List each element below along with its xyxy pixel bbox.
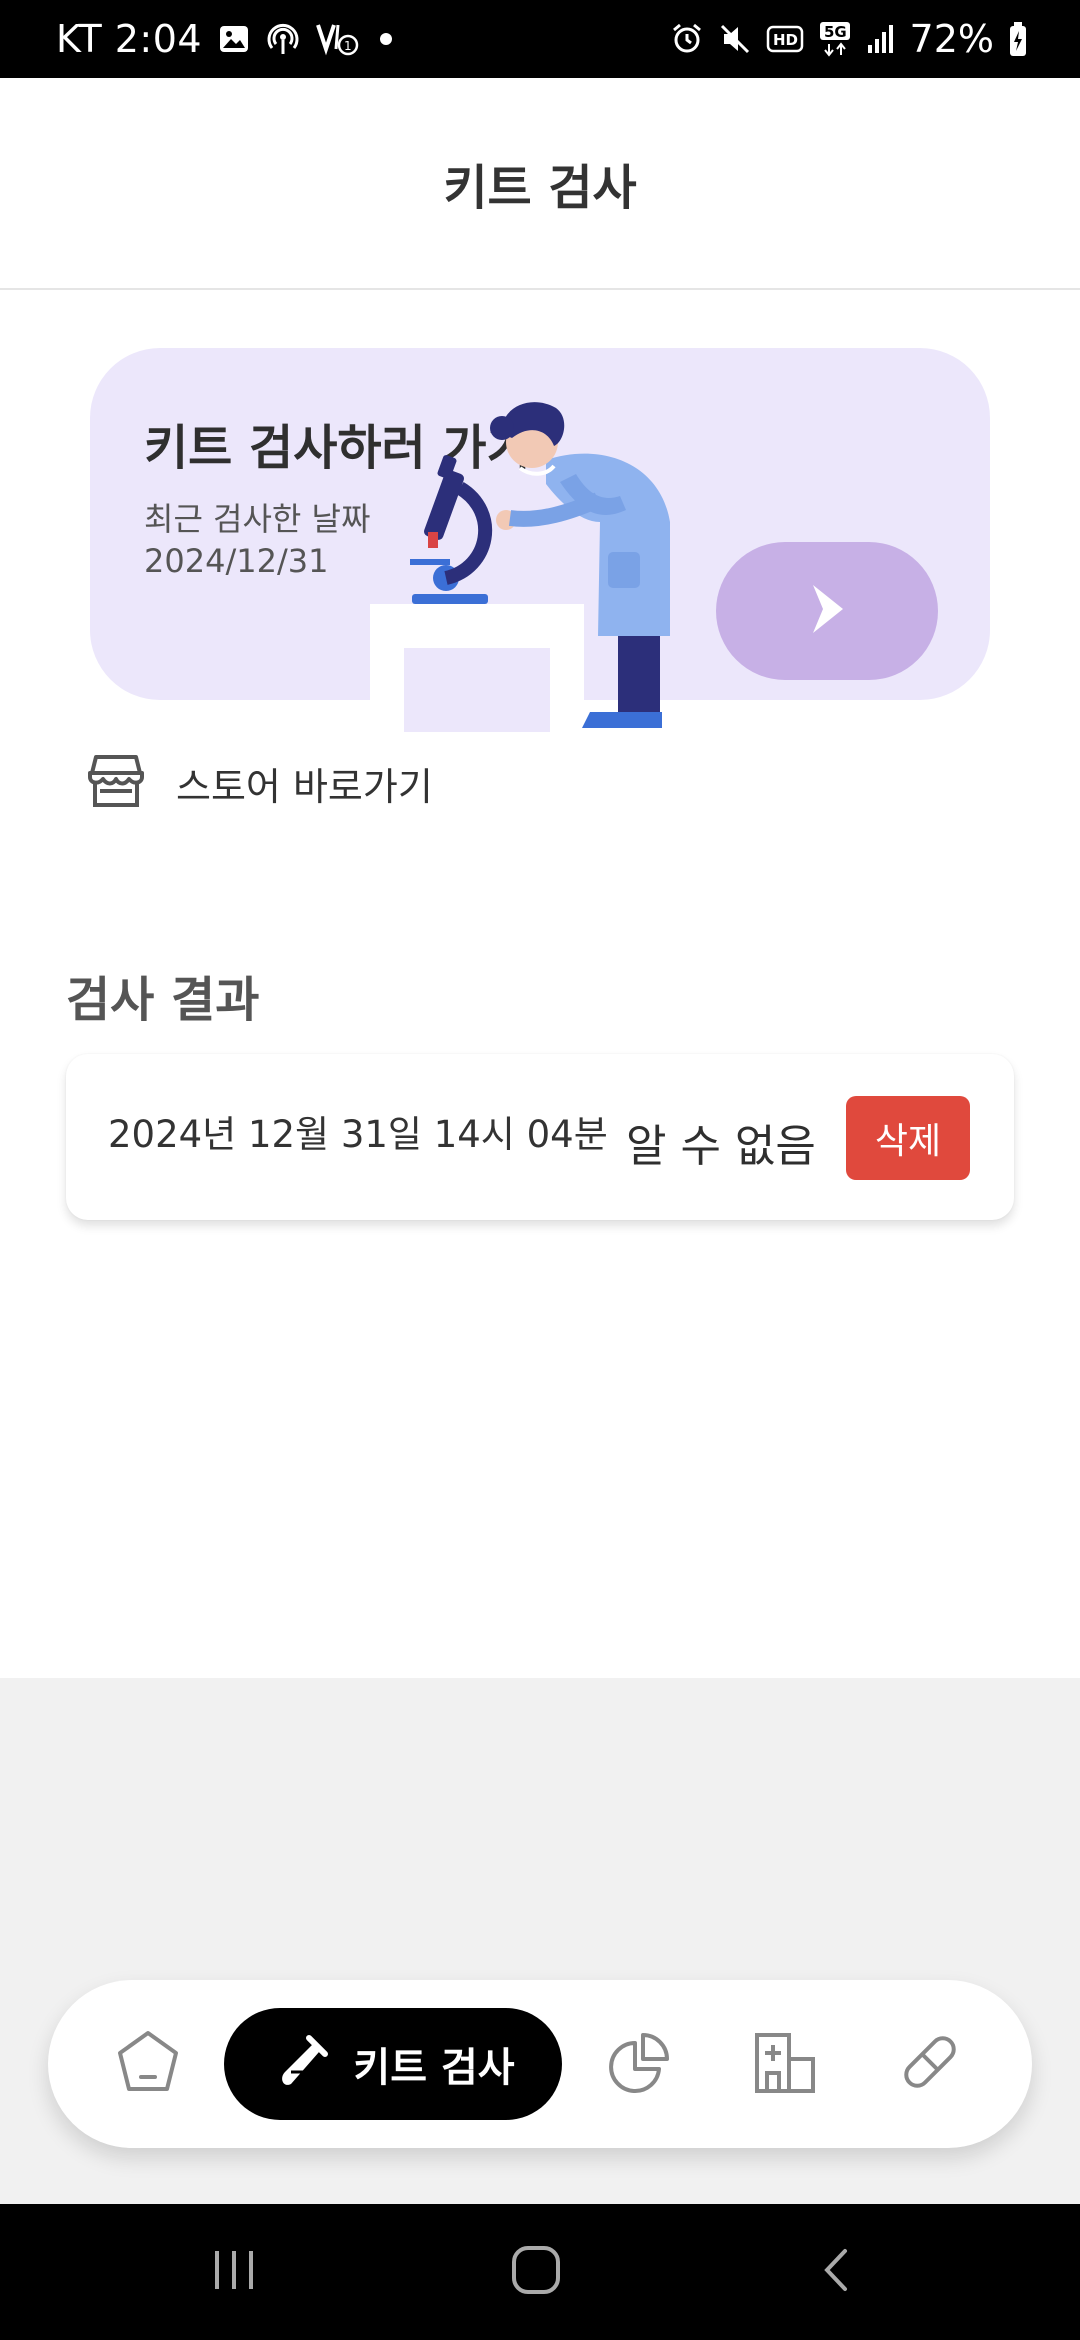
5g-icon: 5G <box>818 20 852 58</box>
nav-kit-test-label: 키트 검사 <box>353 2045 515 2091</box>
back-button[interactable] <box>778 2234 898 2310</box>
pentagon-home-icon <box>113 2027 183 2101</box>
hotspot-icon <box>266 22 300 56</box>
hd-icon: HD <box>766 24 804 54</box>
result-status: 알 수 없음 <box>626 1121 816 1172</box>
status-right: HD 5G 72% <box>670 0 1028 78</box>
go-kit-test-button[interactable] <box>716 542 938 680</box>
pill-icon <box>895 2027 965 2101</box>
nav-kit-test[interactable]: 키트 검사 <box>224 2008 562 2120</box>
store-link-label: 스토어 바로가기 <box>176 764 433 809</box>
system-navigation-bar <box>0 2204 1080 2340</box>
recents-icon <box>209 2245 259 2299</box>
mute-icon <box>718 22 752 56</box>
signal-icon <box>866 23 896 55</box>
test-tube-icon <box>271 2032 331 2096</box>
page-title: 키트 검사 <box>443 160 637 216</box>
alarm-icon <box>670 22 704 56</box>
store-icon <box>86 753 146 813</box>
kit-test-card[interactable]: 키트 검사하러 가기 최근 검사한 날짜 2024/12/31 <box>90 348 990 732</box>
nav-medication[interactable] <box>880 2008 980 2120</box>
image-icon <box>218 23 250 55</box>
volte-icon: 1 <box>316 21 362 57</box>
pie-chart-icon <box>603 2027 673 2101</box>
nav-home[interactable] <box>98 2008 198 2120</box>
svg-text:5G: 5G <box>824 23 847 41</box>
nav-hospital[interactable] <box>734 2008 834 2120</box>
recent-test-label: 최근 검사한 날짜 <box>144 500 371 538</box>
scientist-microscope-illustration <box>370 402 670 732</box>
home-button[interactable] <box>476 2234 596 2310</box>
chevron-right-icon <box>805 581 849 641</box>
carrier-time: KT 2:04 <box>56 17 203 61</box>
delete-result-button[interactable]: 삭제 <box>846 1096 970 1180</box>
result-list-item: 2024년 12월 31일 14시 04분 알 수 없음 삭제 <box>66 1054 1014 1220</box>
recent-test-date: 2024/12/31 <box>144 542 329 580</box>
svg-text:1: 1 <box>344 39 352 53</box>
store-shortcut-link[interactable]: 스토어 바로가기 <box>86 748 433 818</box>
dot-icon <box>378 31 394 47</box>
bottom-navigation: 키트 검사 <box>48 1980 1032 2148</box>
results-section-title: 검사 결과 <box>66 972 260 1028</box>
svg-text:HD: HD <box>773 31 798 49</box>
status-left: KT 2:04 1 <box>56 0 394 78</box>
hospital-icon <box>749 2027 819 2101</box>
battery-percent: 72% <box>909 17 994 61</box>
status-bar: KT 2:04 1 HD 5G 72% <box>0 0 1080 78</box>
result-datetime: 2024년 12월 31일 14시 04분 <box>108 1113 608 1156</box>
back-icon <box>813 2245 863 2299</box>
home-icon <box>508 2242 564 2302</box>
nav-statistics[interactable] <box>588 2008 688 2120</box>
recents-button[interactable] <box>174 2234 294 2310</box>
battery-charging-icon <box>1008 21 1028 57</box>
app-header: 키트 검사 <box>0 78 1080 290</box>
